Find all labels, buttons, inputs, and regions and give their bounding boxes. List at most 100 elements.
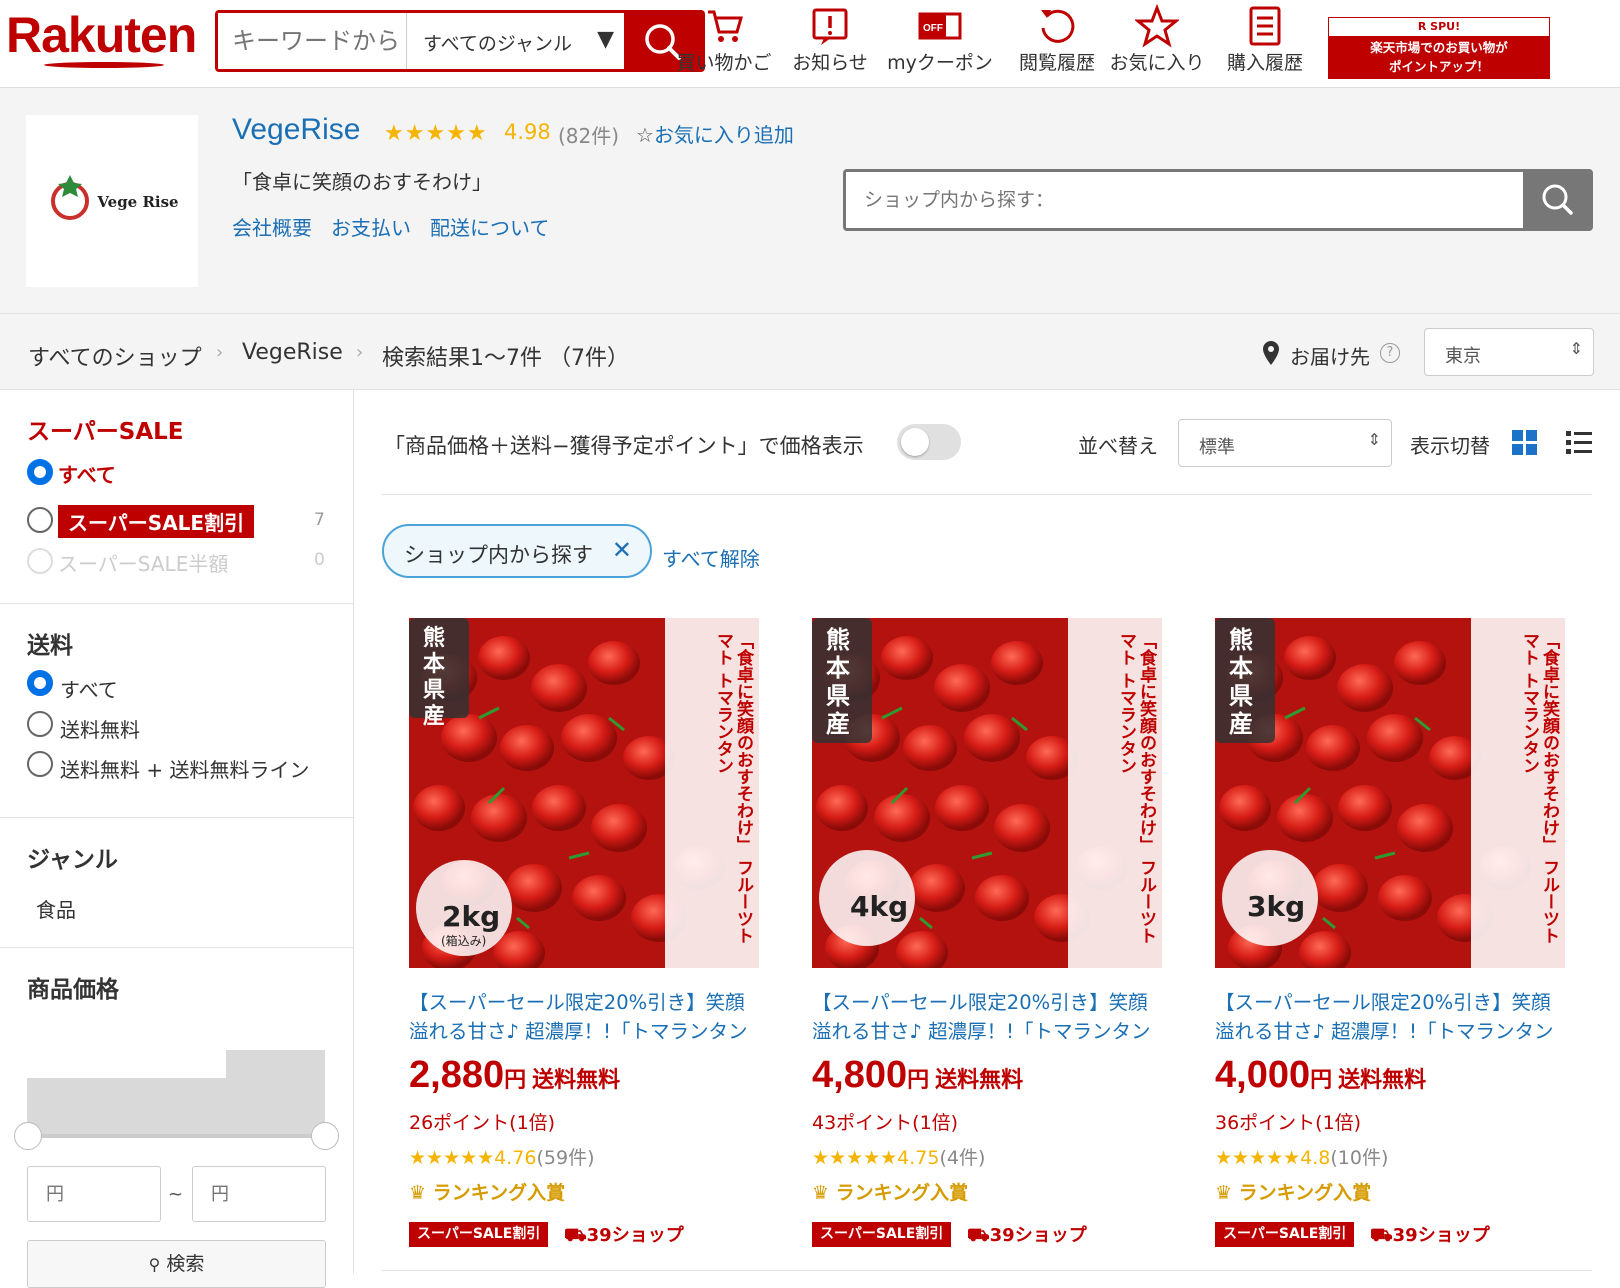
sale-half-count: 0 [314,550,325,570]
sale-discount-radio[interactable] [27,507,53,533]
price-display-toggle[interactable] [897,424,961,460]
shop-search-button[interactable] [1523,172,1590,228]
sale-filter-title: スーパーSALE [27,419,184,445]
price-slider-max-handle[interactable] [311,1122,339,1150]
breadcrumb-all-shops[interactable]: すべてのショップ [28,340,202,372]
product-title[interactable]: 【スーパーセール限定20%引き】笑顔溢れる甘さ♪ 超濃厚！!「トマランタン4… [812,988,1162,1046]
rating-stars: ★★★★★ [812,1147,898,1169]
product-rating: ★★★★★4.76(59件) [409,1143,595,1170]
price-display-toggle-label: 「商品価格＋送料−獲得予定ポイント」で価格表示 [384,434,864,458]
39shop-label: 39ショップ [1392,1225,1490,1246]
product-title[interactable]: 【スーパーセール限定20%引き】笑顔溢れる甘さ♪ 超濃厚！!「トマランタン2… [409,988,759,1046]
sort-select[interactable]: 標準 ⇕ [1178,419,1392,467]
rakuten-logo[interactable]: Rakuten [6,6,197,68]
breadcrumb-shop[interactable]: VegeRise [242,340,343,365]
weight-label: 2kg [442,900,501,933]
sale-all-label[interactable]: すべて [58,459,116,488]
location-pin-icon [1263,341,1279,365]
product-card[interactable]: 熊本県産 「食卓に笑顔のおすそわけ」 フルーツトマト トマランタン 4kg 【ス… [785,618,1162,1258]
shipping-filter-title: 送料 [27,633,73,659]
add-favorite-label: お気に入り追加 [653,123,794,147]
rating-stars: ★★★★★ [1215,1147,1301,1169]
clear-all-filters-link[interactable]: すべて解除 [662,543,760,572]
rating-value: 4.75 [897,1147,940,1169]
nav-favorites[interactable]: お気に入り [1106,4,1208,75]
price-filter-section: 商品価格 ~ ⚲ 検索 [0,948,354,1288]
product-points: 43ポイント(1倍) [812,1112,959,1134]
product-image[interactable]: 熊本県産 「食卓に笑顔のおすそわけ」 フルーツトマト トマランタン 2kg (箱… [409,618,759,968]
product-price: 4,000円 送料無料 [1215,1054,1426,1097]
ship-free-label[interactable]: 送料無料 [60,714,140,743]
product-image[interactable]: 熊本県産 「食卓に笑顔のおすそわけ」 フルーツトマト トマランタン 3kg [1215,618,1565,968]
price-search-button[interactable]: ⚲ 検索 [27,1240,326,1288]
truck-icon: ⛟ [1370,1225,1393,1246]
toolbar-divider [382,494,1592,495]
shop-logo[interactable]: Vege Rise [26,115,198,287]
39shop-label: 39ショップ [586,1225,684,1246]
shipping-info-link[interactable]: 配送について [430,212,549,241]
price-yen: 円 [504,1067,527,1092]
history-icon [1041,9,1075,43]
review-count[interactable]: (10件) [1330,1147,1388,1169]
product-card[interactable]: 熊本県産 「食卓に笑顔のおすそわけ」 フルーツトマト トマランタン 2kg (箱… [382,618,759,1258]
list-view-icon[interactable] [1566,430,1592,456]
ship-free-radio[interactable] [27,711,53,737]
caret-down-icon: ▼ [597,27,614,52]
close-icon[interactable]: ✕ [612,536,632,564]
nav-favorites-label: お気に入り [1109,52,1205,74]
help-icon[interactable]: ? [1380,343,1400,363]
chevron-right-icon: › [356,342,364,363]
delivery-select[interactable]: 東京 ⇕ [1424,328,1594,376]
price-min-input[interactable] [27,1166,161,1222]
ship-free-line-label[interactable]: 送料無料 + 送料無料ライン [60,754,309,783]
company-info-link[interactable]: 会社概要 [232,212,312,241]
ranking-badge: ♛ ランキング入賞 [1215,1178,1371,1205]
nav-history[interactable]: 閲覧履歴 [1010,4,1104,75]
genre-select[interactable]: すべてのジャンル ▼ [406,13,624,69]
sale-half-label: スーパーSALE半額 [58,552,229,576]
payment-link[interactable]: お支払い [331,212,411,241]
image-side-text: 「食卓に笑顔のおすそわけ」 フルーツトマト トマランタン [713,632,753,944]
truck-icon: ⛟ [967,1225,990,1246]
sale-discount-count: 7 [314,510,325,530]
product-image[interactable]: 熊本県産 「食卓に笑顔のおすそわけ」 フルーツトマト トマランタン 4kg [812,618,1162,968]
review-count[interactable]: (59件) [536,1147,594,1169]
price-value: 4,800 [812,1054,908,1096]
weight-note: (箱込み) [441,934,487,948]
nav-history-label: 閲覧履歴 [1018,52,1095,74]
nav-notice[interactable]: お知らせ [784,4,876,75]
crown-icon: ♛ [812,1182,830,1204]
sale-discount-label[interactable]: スーパーSALE割引 [58,505,255,538]
active-filter-chip[interactable]: ショップ内から探す ✕ [382,524,652,578]
39shop-badge: ⛟39ショップ [564,1221,684,1249]
add-favorite-link[interactable]: ☆お気に入り追加 [636,119,794,148]
shop-review-count[interactable]: (82件) [558,120,619,149]
spu-text-line2: ポイントアップ！ [1388,59,1489,74]
product-title[interactable]: 【スーパーセール限定20%引き】笑顔溢れる甘さ♪ 超濃厚！!「トマランタン3… [1215,988,1565,1046]
nav-purchase-history[interactable]: 購入履歴 [1218,4,1312,75]
price-range-separator: ~ [168,1184,184,1205]
product-points: 26ポイント(1倍) [409,1112,556,1134]
free-shipping-label: 送料無料 [935,1067,1024,1092]
ship-all-label[interactable]: すべて [60,674,118,703]
genre-food-link[interactable]: 食品 [36,894,76,923]
shop-name[interactable]: VegeRise [232,113,360,147]
product-card[interactable]: 熊本県産 「食卓に笑顔のおすそわけ」 フルーツトマト トマランタン 3kg 【ス… [1188,618,1565,1258]
spu-banner[interactable]: R SPU! 楽天市場でのお買い物が ポイントアップ！ [1328,17,1550,79]
price-slider-min-handle[interactable] [14,1122,42,1150]
ranking-badge: ♛ ランキング入賞 [812,1178,968,1205]
ship-free-line-radio[interactable] [27,751,53,777]
price-max-input[interactable] [192,1166,326,1222]
sort-label: 並べ替え [1078,434,1158,458]
grid-view-icon[interactable] [1512,430,1538,456]
shop-search-input[interactable] [846,172,1523,228]
ship-all-radio[interactable] [27,670,53,696]
review-count[interactable]: (4件) [939,1147,985,1169]
nav-coupon[interactable]: OFF myクーポン [884,4,996,75]
coupon-icon: OFF [918,12,962,40]
price-yen: 円 [907,1067,930,1092]
nav-cart[interactable]: 買い物かご [674,4,774,75]
updown-icon: ⇕ [1569,339,1583,358]
sale-all-radio[interactable] [27,459,53,485]
keyword-search-input[interactable] [218,13,406,69]
